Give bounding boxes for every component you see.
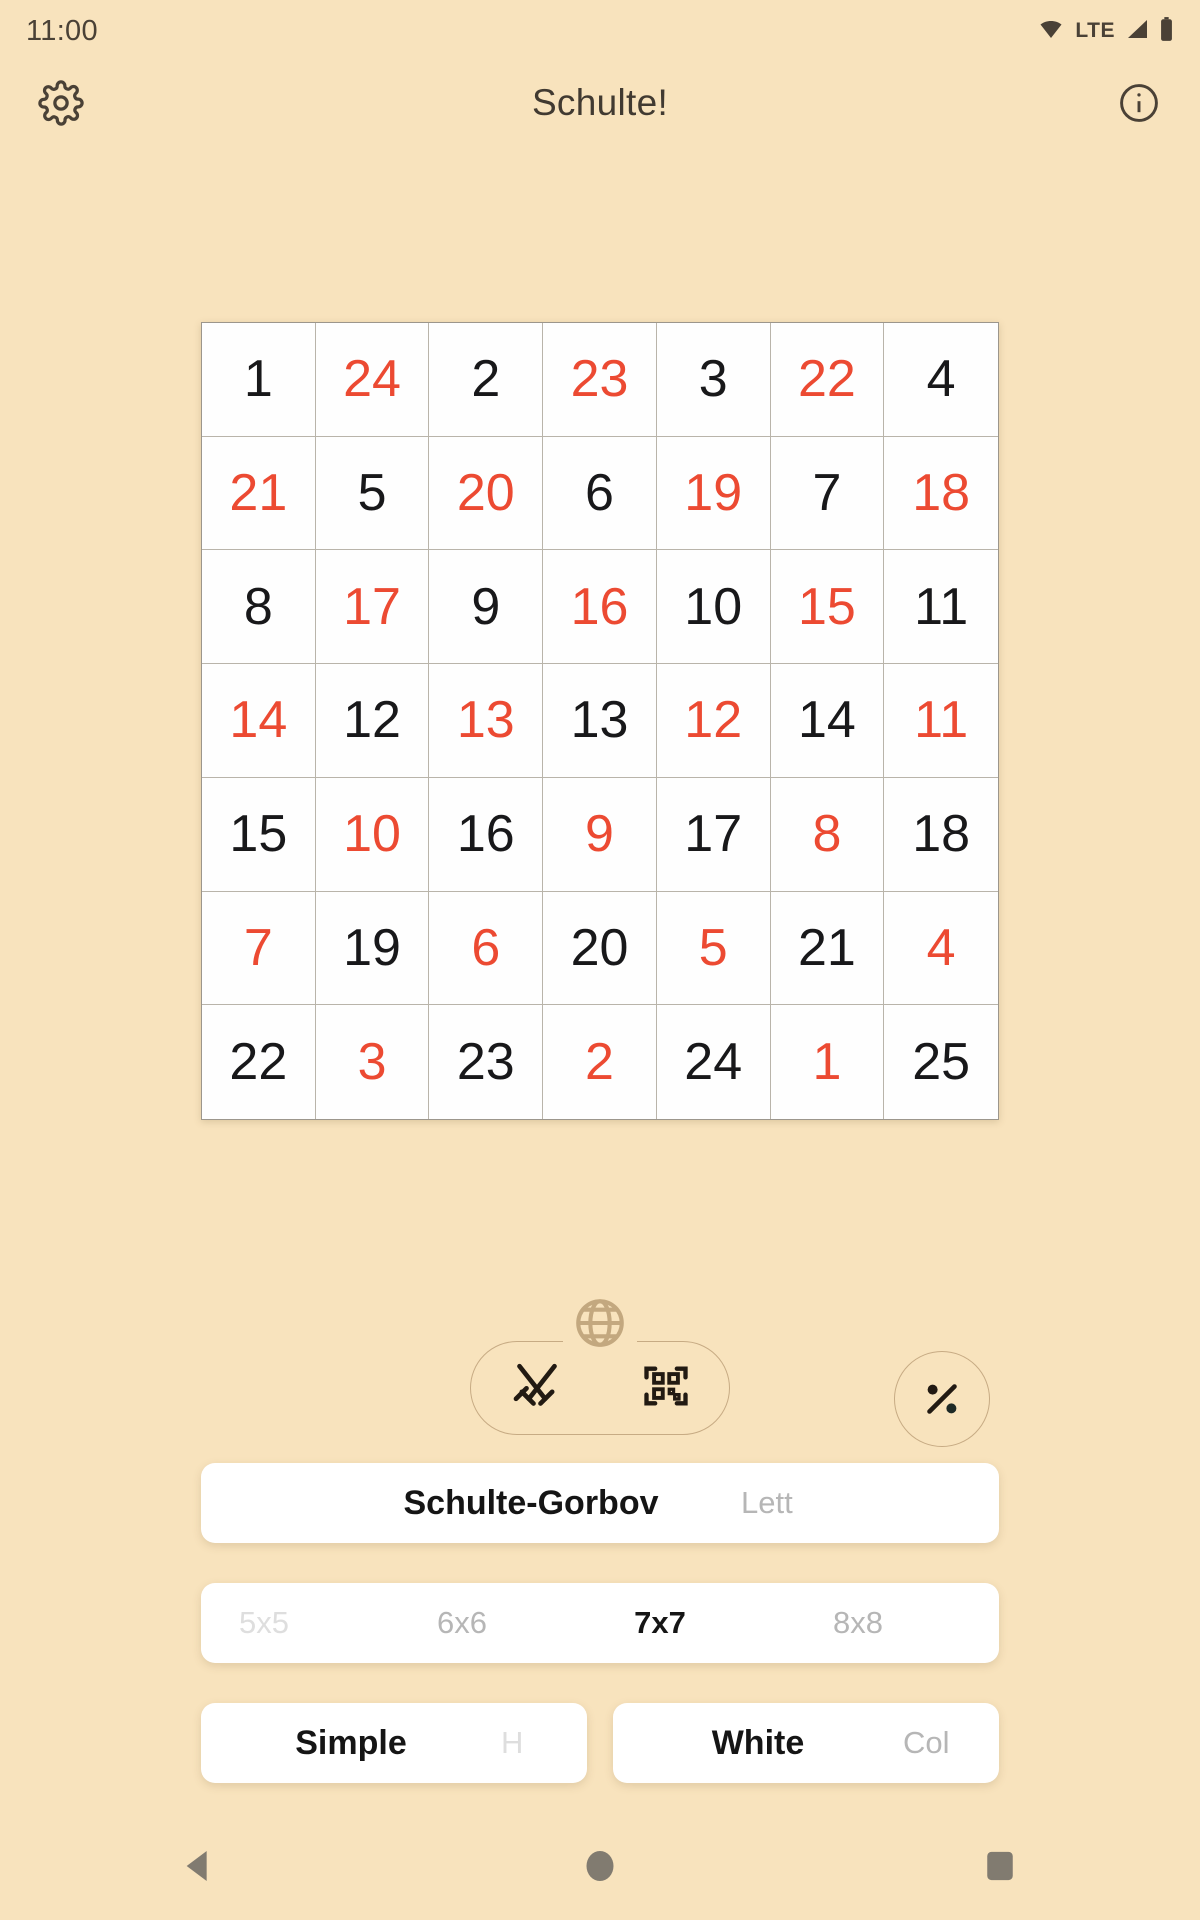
grid-cell[interactable]: 14 bbox=[202, 664, 316, 778]
grid-cell[interactable]: 16 bbox=[543, 550, 657, 665]
grid-cell[interactable]: 20 bbox=[543, 891, 657, 1006]
grid-cell[interactable]: 7 bbox=[202, 891, 316, 1006]
grid-cell[interactable]: 18 bbox=[884, 436, 998, 551]
size-selector-track[interactable]: 5x5 6x6 7x7 8x8 bbox=[201, 1583, 999, 1663]
recents-square-icon[interactable] bbox=[955, 1831, 1045, 1901]
battery-icon bbox=[1159, 16, 1174, 47]
style-option-next[interactable]: H bbox=[501, 1725, 587, 1761]
grid-cell[interactable]: 10 bbox=[656, 550, 771, 665]
grid-cell[interactable]: 1 bbox=[202, 323, 316, 437]
grid-cell[interactable]: 12 bbox=[656, 664, 771, 778]
mode-selector[interactable]: ulte Schulte-Gorbov Lett bbox=[201, 1463, 999, 1543]
status-time: 11:00 bbox=[26, 14, 98, 47]
network-label: LTE bbox=[1075, 19, 1115, 42]
crossed-swords-icon[interactable] bbox=[509, 1358, 565, 1419]
grid-cell[interactable]: 4 bbox=[884, 323, 998, 437]
grid-cell[interactable]: 15 bbox=[770, 550, 885, 665]
back-triangle-icon[interactable] bbox=[155, 1831, 245, 1901]
grid-cell[interactable]: 21 bbox=[770, 891, 885, 1006]
grid-cell[interactable]: 17 bbox=[315, 550, 430, 665]
grid-cell[interactable]: 22 bbox=[770, 323, 885, 437]
grid-cell[interactable]: 4 bbox=[884, 891, 998, 1006]
grid-cell[interactable]: 11 bbox=[884, 664, 998, 778]
qr-code-icon[interactable] bbox=[640, 1360, 692, 1417]
size-option-6x6[interactable]: 6x6 bbox=[363, 1605, 561, 1641]
grid-cell[interactable]: 23 bbox=[429, 1005, 544, 1119]
grid-cell[interactable]: 7 bbox=[770, 436, 885, 551]
grid-cell[interactable]: 13 bbox=[543, 664, 657, 778]
grid-cell[interactable]: 5 bbox=[315, 436, 430, 551]
grid-cell[interactable]: 22 bbox=[202, 1005, 316, 1119]
status-bar: 11:00 LTE bbox=[0, 0, 1200, 62]
grid-cell[interactable]: 9 bbox=[429, 550, 544, 665]
grid-cell[interactable]: 8 bbox=[202, 550, 316, 665]
grid-cell[interactable]: 24 bbox=[315, 323, 430, 437]
home-circle-icon[interactable] bbox=[555, 1831, 645, 1901]
app-bar: Schulte! bbox=[0, 62, 1200, 144]
style-option-simple[interactable]: Simple bbox=[201, 1724, 501, 1763]
grid-cell[interactable]: 25 bbox=[884, 1005, 998, 1119]
size-option-8x8[interactable]: 8x8 bbox=[759, 1605, 957, 1641]
action-pill bbox=[470, 1326, 730, 1435]
grid-cell[interactable]: 15 bbox=[202, 777, 316, 892]
grid-cell[interactable]: 3 bbox=[315, 1005, 430, 1119]
grid-cell[interactable]: 19 bbox=[656, 436, 771, 551]
theme-option-color[interactable]: Col bbox=[903, 1725, 999, 1761]
action-bar bbox=[0, 1299, 1200, 1453]
grid-cell[interactable]: 24 bbox=[656, 1005, 771, 1119]
grid-cell[interactable]: 23 bbox=[543, 323, 657, 437]
grid-cell[interactable]: 21 bbox=[202, 436, 316, 551]
theme-option-white[interactable]: White bbox=[613, 1724, 903, 1763]
grid-cell[interactable]: 9 bbox=[543, 777, 657, 892]
mode-option-schulte-gorbov[interactable]: Schulte-Gorbov bbox=[321, 1484, 741, 1523]
android-nav-bar bbox=[0, 1812, 1200, 1920]
grid-cell[interactable]: 12 bbox=[315, 664, 430, 778]
grid-cell[interactable]: 14 bbox=[770, 664, 885, 778]
grid-cell[interactable]: 17 bbox=[656, 777, 771, 892]
page-title: Schulte! bbox=[531, 82, 669, 123]
schulte-grid[interactable]: 1 24 2 23 3 22 4 21 5 20 6 19 7 18 8 17 … bbox=[201, 322, 999, 1120]
grid-cell[interactable]: 6 bbox=[543, 436, 657, 551]
grid-cell[interactable]: 18 bbox=[884, 777, 998, 892]
grid-cell[interactable]: 11 bbox=[884, 550, 998, 665]
grid-cell[interactable]: 2 bbox=[543, 1005, 657, 1119]
info-icon[interactable] bbox=[1112, 76, 1166, 130]
grid-cell[interactable]: 20 bbox=[429, 436, 544, 551]
style-selector[interactable]: Simple H bbox=[201, 1703, 587, 1783]
size-option-7x7[interactable]: 7x7 bbox=[561, 1605, 759, 1641]
grid-cell[interactable]: 13 bbox=[429, 664, 544, 778]
mode-option-letters[interactable]: Lett bbox=[741, 1485, 991, 1521]
percent-icon[interactable] bbox=[894, 1351, 990, 1447]
mode-option-schulte[interactable]: ulte bbox=[201, 1485, 321, 1521]
grid-cell[interactable]: 5 bbox=[656, 891, 771, 1006]
globe-icon[interactable] bbox=[569, 1292, 631, 1354]
grid-cell[interactable]: 10 bbox=[315, 777, 430, 892]
signal-icon bbox=[1124, 17, 1150, 46]
grid-cell[interactable]: 2 bbox=[429, 323, 544, 437]
grid-cell[interactable]: 3 bbox=[656, 323, 771, 437]
theme-selector-track[interactable]: White Col bbox=[613, 1703, 999, 1783]
grid-cell[interactable]: 6 bbox=[429, 891, 544, 1006]
grid-cell[interactable]: 19 bbox=[315, 891, 430, 1006]
size-option-5x5[interactable]: 5x5 bbox=[201, 1605, 363, 1641]
theme-selector[interactable]: White Col bbox=[613, 1703, 999, 1783]
grid-cell[interactable]: 8 bbox=[770, 777, 885, 892]
grid-cell[interactable]: 16 bbox=[429, 777, 544, 892]
wifi-icon bbox=[1036, 17, 1066, 46]
size-selector[interactable]: 5x5 6x6 7x7 8x8 bbox=[201, 1583, 999, 1663]
gear-icon[interactable] bbox=[34, 76, 88, 130]
mode-selector-track[interactable]: ulte Schulte-Gorbov Lett bbox=[201, 1463, 999, 1543]
style-selector-track[interactable]: Simple H bbox=[201, 1703, 587, 1783]
grid-cell[interactable]: 1 bbox=[770, 1005, 885, 1119]
status-icons: LTE bbox=[1036, 16, 1174, 47]
